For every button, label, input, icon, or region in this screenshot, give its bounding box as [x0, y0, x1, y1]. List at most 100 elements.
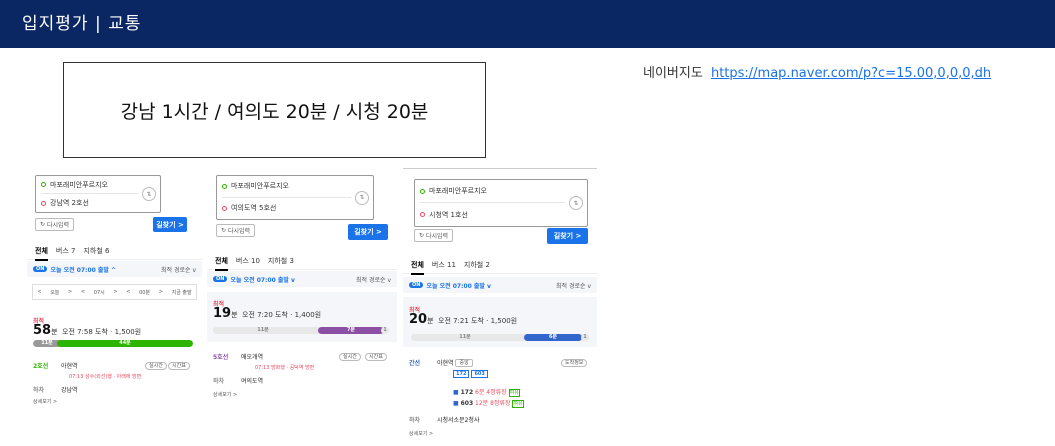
bus-num: 172 [460, 389, 474, 396]
origin-dot-icon [420, 188, 425, 194]
details-link[interactable]: 상세보기 > [213, 391, 237, 398]
transport-tabs: 전체 버스 10 지하철 3 [207, 256, 397, 271]
source-label: 네이버지도 [643, 66, 703, 81]
destination-field[interactable]: 시청역 1호선 [420, 203, 565, 226]
route-step-exit: 하차 시청서소문2청사 [409, 415, 591, 424]
bus-icon: ■ [453, 400, 459, 407]
sort-select[interactable]: 최적 경로순 v [161, 265, 196, 274]
sort-select[interactable]: 최적 경로순 v [556, 281, 591, 290]
now-button[interactable]: 지금 출발 [172, 289, 192, 296]
origin-field[interactable]: 마포래미안푸르지오 [41, 176, 138, 194]
refresh-icon: ↻ [40, 221, 47, 228]
route-duration: 58분 오전 7:58 도착 · 1,500원 [33, 323, 141, 338]
search-route-button[interactable]: 길찾기 > [153, 217, 187, 232]
arrival-info: 오전 7:20 도착 · 1,400원 [242, 311, 322, 319]
duration-minutes: 19 [213, 306, 232, 321]
origin-dot-icon [222, 183, 227, 189]
duration-unit: 분 [427, 317, 434, 325]
origin-text: 마포래미안푸르지오 [50, 180, 108, 189]
duration-minutes: 58 [33, 323, 52, 338]
tab-all[interactable]: 전체 [411, 260, 424, 275]
sort-select[interactable]: 최적 경로순 v [356, 275, 391, 284]
bus-number[interactable]: 172 [453, 370, 470, 378]
station-name: 여의도역 [241, 378, 264, 385]
details-link[interactable]: 상세보기 > [33, 398, 57, 405]
station-name: 아현역 [61, 363, 78, 370]
realtime-button[interactable]: 실시간 [339, 353, 361, 361]
refresh-icon: ↻ [419, 232, 426, 239]
departure-time[interactable]: 오늘 오전 07:00 출발 v [230, 275, 295, 284]
arrival-info-button[interactable]: 도착정보 [561, 359, 588, 367]
timetable-button[interactable]: 시간표 [365, 353, 387, 361]
tab-bus[interactable]: 버스 7 [56, 246, 76, 256]
station-name: 시청서소문2청사 [437, 417, 480, 424]
timetable-button[interactable]: 시간표 [168, 362, 190, 370]
origin-field[interactable]: 마포래미안푸르지오 [420, 180, 565, 203]
reset-button[interactable]: ↻ 다시입력 [35, 218, 75, 231]
destination-field[interactable]: 강남역 2호선 [41, 194, 138, 212]
bus-arrival-row: ■ 172 6분 4정류장 여유 [453, 387, 520, 397]
on-badge[interactable]: ON [409, 282, 424, 288]
reset-button[interactable]: ↻ 다시입력 [216, 224, 256, 237]
swap-icon[interactable]: ⇅ [569, 196, 583, 210]
route-inputs: 마포래미안푸르지오 강남역 2호선 ⇅ [35, 175, 161, 213]
duration-unit: 분 [51, 328, 58, 336]
origin-field[interactable]: 마포래미안푸르지오 [222, 176, 351, 198]
station-name: 강남역 [61, 387, 78, 394]
day-next[interactable]: > [68, 289, 72, 295]
swap-icon[interactable]: ⇅ [142, 187, 156, 201]
tab-subway[interactable]: 지하철 2 [464, 260, 490, 270]
hour-next[interactable]: > [113, 289, 117, 295]
minute-next[interactable]: > [159, 289, 163, 295]
route-inputs: 마포래미안푸르지오 여의도역 5호선 ⇅ [216, 175, 374, 220]
arrival-info: 오전 7:21 도착 · 1,500원 [438, 317, 518, 325]
tab-all[interactable]: 전체 [215, 256, 228, 271]
minute-value: 00분 [139, 289, 151, 296]
minute-prev[interactable]: < [126, 289, 130, 295]
ride-segment: 6분 [524, 334, 582, 341]
bus-time: 12분 8정류장 [475, 400, 511, 407]
destination-field[interactable]: 여의도역 5호선 [222, 198, 351, 220]
route-step-exit: 하차 강남역 [33, 385, 196, 394]
page-header: 입지평가 | 교통 [0, 0, 1055, 48]
tab-subway[interactable]: 지하철 6 [83, 246, 109, 256]
tab-all[interactable]: 전체 [35, 246, 48, 261]
on-badge[interactable]: ON [33, 266, 48, 272]
hour-prev[interactable]: < [81, 289, 85, 295]
duration-minutes: 20 [409, 312, 428, 327]
destination-text: 강남역 2호선 [50, 199, 89, 207]
crowd-badge: 여유 [512, 400, 524, 408]
destination-dot-icon [420, 212, 425, 217]
departure-time[interactable]: 오늘 오전 07:00 출발 ^ [50, 265, 116, 274]
reset-button[interactable]: ↻ 다시입력 [414, 229, 454, 242]
route-panel-yeouido: 마포래미안푸르지오 여의도역 5호선 ⇅ ↻ 다시입력 길찾기 > 전체 버스 … [207, 167, 397, 410]
exit-tag: 하차 [33, 387, 45, 394]
day-prev[interactable]: < [37, 289, 41, 295]
departure-options: ON 오늘 오전 07:00 출발 v 최적 경로순 v [207, 271, 397, 287]
route-inputs: 마포래미안푸르지오 시청역 1호선 ⇅ [414, 179, 588, 227]
route-time-bar: 11분 6분 1분 [411, 334, 589, 341]
source-link[interactable]: https://map.naver.com/p?c=15.00,0,0,0,dh [711, 66, 991, 81]
bus-arrival-row: ■ 603 12분 8정류장 여유 [453, 398, 524, 408]
departure-time[interactable]: 오늘 오전 07:00 출발 v [426, 281, 491, 290]
origin-dot-icon [41, 182, 46, 187]
end-walk-segment: 1분 [381, 327, 389, 334]
tab-bus[interactable]: 버스 10 [236, 256, 260, 266]
bus-number[interactable]: 603 [471, 370, 488, 378]
search-route-button[interactable]: 길찾기 > [348, 224, 388, 240]
search-route-button[interactable]: 길찾기 > [547, 228, 588, 244]
realtime-button[interactable]: 실시간 [145, 362, 167, 370]
transport-tabs: 전체 버스 11 지하철 2 [403, 260, 597, 275]
commute-summary-box: 강남 1시간 / 여의도 20분 / 시청 20분 [63, 62, 486, 158]
departure-options: ON 오늘 오전 07:00 출발 v 최적 경로순 v [403, 277, 597, 293]
hour-value: 07시 [93, 289, 105, 296]
details-link[interactable]: 상세보기 > [409, 430, 433, 437]
on-badge[interactable]: ON [213, 276, 228, 282]
tab-subway[interactable]: 지하철 3 [268, 256, 294, 266]
tab-bus[interactable]: 버스 11 [432, 260, 456, 270]
swap-icon[interactable]: ⇅ [355, 190, 369, 205]
bus-icon: ■ [453, 389, 459, 396]
exit-tag: 하차 [409, 417, 421, 424]
crowd-badge: 여유 [508, 389, 520, 397]
line-tag: 5호선 [213, 354, 229, 361]
